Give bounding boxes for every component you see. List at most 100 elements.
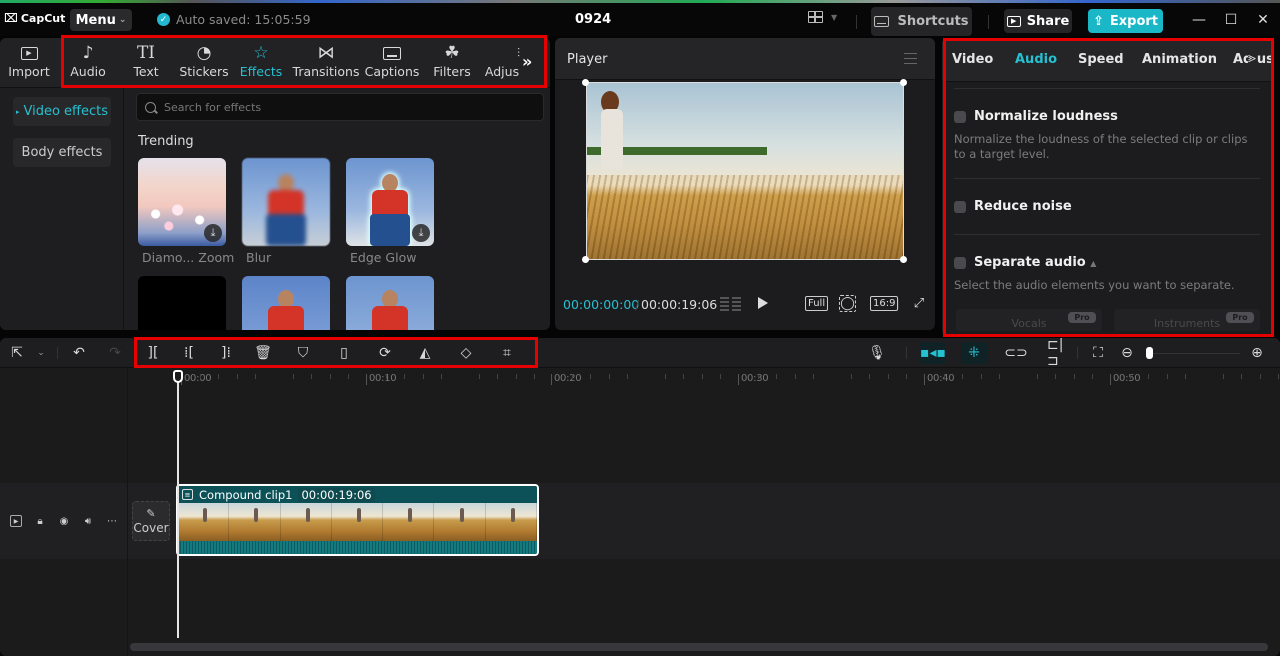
project-title[interactable]: 0924 [575,12,611,27]
tab-text[interactable]: TI Text [124,42,168,86]
separate-audio-checkbox[interactable] [954,257,966,269]
tab-import[interactable]: ▶ Import [6,42,52,86]
tab-adjustment[interactable]: ⫶ Adjus [484,42,520,86]
shortcuts-button[interactable]: Shortcuts [871,7,972,36]
effect-thumbnail[interactable] [242,276,330,330]
compound-clip[interactable]: ≡ Compound clip1 00:00:19:06 [176,484,539,556]
ruler-tick [1129,374,1131,379]
separate-instruments-option[interactable]: Instruments Pro [1114,309,1260,331]
share-button[interactable]: ▶ Share [1004,9,1072,33]
playhead-handle[interactable] [173,370,183,383]
timeline-ruler[interactable]: 00:00 00:10 00:20 00:30 00:40 00:50 [130,368,1280,390]
close-button[interactable]: ✕ [1253,10,1273,30]
category-body-effects[interactable]: Body effects [13,138,111,167]
tab-stickers[interactable]: ◔ Stickers [176,42,232,86]
rotate-icon[interactable]: ◇ [457,344,475,362]
tab-effects[interactable]: ☆ Effects [238,42,284,86]
zoom-to-fit-icon[interactable]: ⛶ [1089,344,1107,362]
freeze-frame-icon[interactable]: ▯ [335,344,353,362]
eye-icon[interactable]: ◉ [58,515,70,527]
hamburger-menu-icon[interactable] [904,53,917,64]
tab-label: Speed [1078,52,1124,67]
reverse-icon[interactable]: ⟳ [376,344,394,362]
effect-thumbnail[interactable] [138,276,226,330]
mirror-icon[interactable]: ◭ [416,344,434,362]
maximize-button[interactable]: ☐ [1221,10,1241,30]
playhead[interactable] [177,378,179,638]
delete-icon[interactable]: 🗑︎ [254,344,272,362]
lock-icon[interactable]: 🔒︎ [34,515,46,527]
auto-snap-icon[interactable]: ⁜ [961,342,987,364]
ruler-tick [404,374,406,379]
tab-captions[interactable]: Captions [364,42,420,86]
more-tabs-icon[interactable]: ⪢ [1248,50,1256,66]
marker-icon[interactable]: ⛉ [294,344,312,362]
aspect-ratio-button[interactable]: 16:9 [870,296,899,311]
zoom-slider-track[interactable] [1150,353,1240,354]
timeline-horizontal-scrollbar[interactable] [130,643,1268,651]
tab-label: Audio [1015,52,1058,67]
cover-button[interactable]: ✎ Cover [132,501,170,541]
effect-thumbnail-blur[interactable] [242,158,330,246]
menu-button[interactable]: Menu ⌄ [70,9,132,31]
redo-icon[interactable]: ↷ [106,344,124,362]
tab-video[interactable]: Video [952,52,993,67]
fullscreen-icon[interactable]: ⤢ [912,296,926,311]
resize-handle[interactable] [582,256,589,263]
ruler-tick [385,374,387,379]
minimize-button[interactable]: — [1189,10,1209,30]
ruler-tick [292,374,294,379]
video-preview[interactable] [586,82,904,260]
tab-label: Animation [1142,52,1217,67]
tab-transitions[interactable]: ⋈ Transitions [292,42,360,86]
effect-thumbnail-edge-glow[interactable]: ⤓ [346,158,434,246]
ruler-tick [1092,374,1094,379]
tab-animation[interactable]: Animation [1142,52,1217,67]
split-icon[interactable]: ][ [144,344,162,362]
speaker-icon[interactable]: 🔊︎ [82,515,94,527]
resize-handle[interactable] [900,256,907,263]
more-tabs-button[interactable]: » [522,52,532,71]
tab-audio[interactable]: Audio [1015,52,1057,67]
zoom-out-icon[interactable]: ⊖ [1118,344,1136,362]
layout-button[interactable]: ▼ [808,11,837,23]
microphone-icon[interactable]: 🎙︎ [868,344,886,362]
player-title: Player [567,52,608,67]
separate-vocals-option[interactable]: Vocals Pro [956,309,1102,331]
preview-axis-icon[interactable]: ⊏|⊐ [1047,338,1065,369]
chevron-down-icon[interactable]: ⌄ [32,344,50,362]
more-options-icon[interactable]: ⋯ [106,515,118,527]
split-left-icon[interactable]: ⁞[ [180,344,198,362]
select-tool-icon[interactable]: ⇱ [8,344,26,362]
effect-thumbnail-diamond-zoom[interactable]: ⤓ [138,158,226,246]
zoom-slider-handle[interactable] [1146,347,1153,359]
tab-label: Video [952,52,994,67]
split-right-icon[interactable]: ]⁞ [217,344,235,362]
tab-audio[interactable]: ♪ Audio [66,42,110,86]
ruler-tick [478,374,480,379]
resize-handle[interactable] [582,79,589,86]
tab-speed[interactable]: Speed [1078,52,1124,67]
total-timecode: 00:00:19:06 [641,297,718,312]
download-icon[interactable]: ⤓ [412,224,430,242]
download-icon[interactable]: ⤓ [204,224,222,242]
resize-handle[interactable] [900,79,907,86]
crop-icon[interactable]: ⌗ [498,344,516,362]
reduce-noise-checkbox[interactable] [954,201,966,213]
full-quality-button[interactable]: Full [805,296,829,311]
category-video-effects[interactable]: ▸ Video effects [13,97,111,126]
ruler-tick [980,374,982,379]
zoom-preview-icon[interactable]: ◯ [839,295,856,312]
export-button[interactable]: ⇪ Export [1088,9,1163,33]
tab-filters[interactable]: ☘ Filters [430,42,474,86]
undo-icon[interactable]: ↶ [70,344,88,362]
caret-up-icon[interactable]: ▲ [1090,259,1096,268]
zoom-in-icon[interactable]: ⊕ [1248,344,1266,362]
main-track-magnet-icon[interactable]: ▪◂▪ [920,342,946,364]
effects-search-input[interactable]: Search for effects [136,93,544,121]
clip-thumbnails [178,503,537,541]
effect-thumbnail[interactable] [346,276,434,330]
normalize-loudness-checkbox[interactable] [954,111,966,123]
play-button[interactable] [758,297,768,309]
link-icon[interactable]: ⊂⊃ [1004,344,1027,362]
